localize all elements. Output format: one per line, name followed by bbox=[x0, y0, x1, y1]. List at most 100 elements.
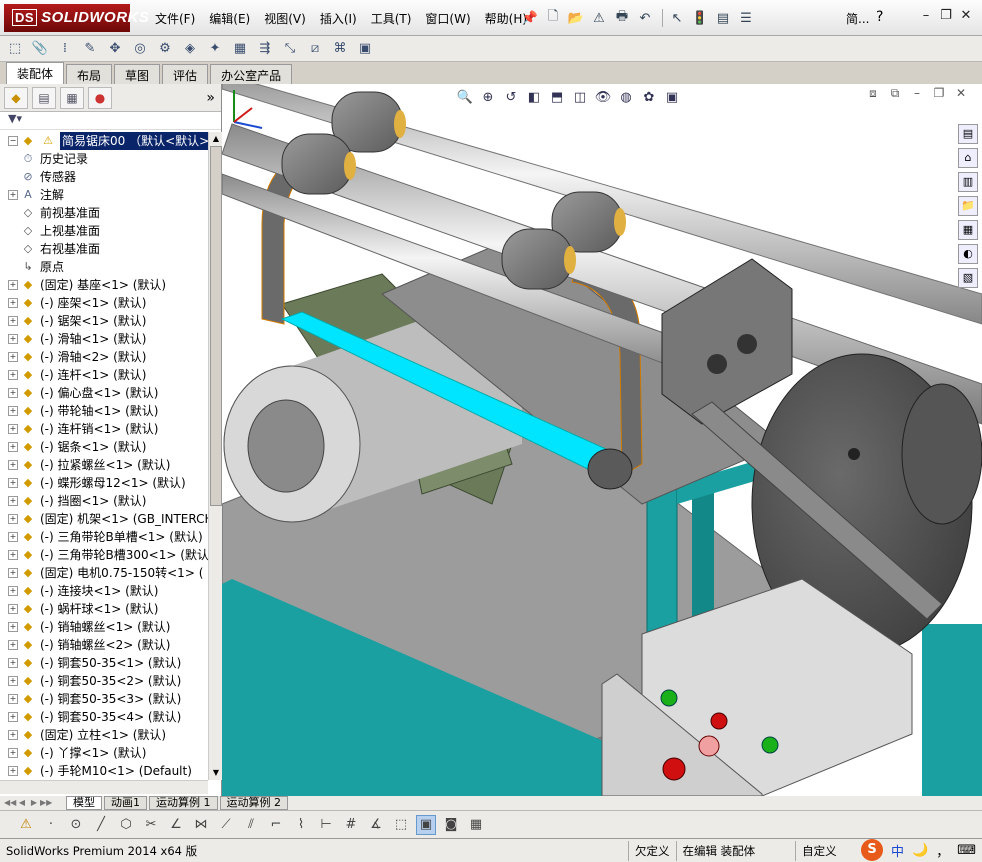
minimize-icon[interactable]: – bbox=[916, 8, 936, 26]
rebuild-icon[interactable]: ⚠ bbox=[589, 8, 609, 28]
tree-row[interactable]: + ◆ (-) 手轮M10<1> (Default) bbox=[0, 762, 208, 780]
menu-item[interactable]: 文件(F) bbox=[148, 10, 202, 27]
expand-toggle[interactable]: + bbox=[8, 532, 18, 542]
first-tab-icon[interactable]: ◀◀ bbox=[4, 797, 16, 809]
explode-line-icon[interactable]: ⤡ bbox=[281, 40, 299, 58]
tree-vertical-scrollbar[interactable]: ▲ ▼ bbox=[208, 132, 222, 780]
tree-row[interactable]: + ◆ (-) 丫撑<1> (默认) bbox=[0, 744, 208, 762]
circle-icon[interactable]: ⊙ bbox=[66, 815, 86, 835]
tree-row[interactable]: + ◆ (固定) 立柱<1> (默认) bbox=[0, 726, 208, 744]
exploded-view-icon[interactable]: ⇶ bbox=[256, 40, 274, 58]
cm-tab[interactable]: 草图 bbox=[114, 64, 161, 84]
expand-toggle[interactable]: + bbox=[8, 460, 18, 470]
expand-toggle[interactable]: + bbox=[8, 586, 18, 596]
help-icon[interactable]: ? bbox=[876, 9, 883, 25]
expand-toggle[interactable]: + bbox=[8, 442, 18, 452]
restore-icon[interactable]: ❐ bbox=[936, 8, 956, 26]
section-view-icon[interactable]: ◧ bbox=[525, 88, 543, 106]
snapshot-icon[interactable]: ▣ bbox=[356, 40, 374, 58]
last-tab-icon[interactable]: ▶▶ bbox=[40, 797, 52, 809]
mirror-icon[interactable]: ⋈ bbox=[191, 815, 211, 835]
expand-toggle[interactable]: + bbox=[8, 604, 18, 614]
display-manager-icon[interactable]: ● bbox=[88, 86, 112, 109]
expand-toggle[interactable]: + bbox=[8, 730, 18, 740]
menu-item[interactable]: 视图(V) bbox=[257, 10, 313, 27]
status-custom[interactable]: 自定义 bbox=[795, 840, 843, 861]
mate-icon[interactable]: 📎 bbox=[31, 40, 49, 58]
tree-row[interactable]: ⏱ 历史记录 bbox=[0, 150, 208, 168]
expand-toggle[interactable]: + bbox=[8, 514, 18, 524]
point-icon[interactable]: · bbox=[41, 815, 61, 835]
moon-icon[interactable]: 🌙 bbox=[912, 843, 928, 858]
show-hidden-icon[interactable]: ◎ bbox=[131, 40, 149, 58]
viewport-minimize-icon[interactable]: – bbox=[906, 86, 928, 104]
split-vertical-icon[interactable]: ⧉ bbox=[884, 86, 906, 104]
shaded-icon[interactable]: ▣ bbox=[416, 814, 436, 835]
trim-icon[interactable]: ✂ bbox=[141, 815, 161, 835]
tree-row[interactable]: + ◆ (-) 滑轴<2> (默认) bbox=[0, 348, 208, 366]
tree-row[interactable]: + ◆ (-) 连接块<1> (默认) bbox=[0, 582, 208, 600]
expand-toggle[interactable]: + bbox=[8, 658, 18, 668]
configuration-manager-icon[interactable]: ▦ bbox=[60, 86, 84, 109]
expand-toggle[interactable]: + bbox=[8, 550, 18, 560]
expand-toggle[interactable]: + bbox=[8, 334, 18, 344]
undo-icon[interactable]: ↶ bbox=[635, 8, 655, 28]
tree-row[interactable]: + ◆ (固定) 电机0.75-150转<1> ( bbox=[0, 564, 208, 582]
close-icon[interactable]: ✕ bbox=[956, 8, 976, 26]
cm-tab[interactable]: 装配体 bbox=[6, 62, 65, 84]
tree-row[interactable]: + ◆ (-) 三角带轮B槽300<1> (默认 bbox=[0, 546, 208, 564]
tree-row[interactable]: + ◆ (-) 销轴螺丝<1> (默认) bbox=[0, 618, 208, 636]
expand-toggle[interactable]: + bbox=[8, 568, 18, 578]
traffic-light-icon[interactable]: 🚦 bbox=[690, 8, 710, 28]
construction-icon[interactable]: ⌇ bbox=[291, 815, 311, 835]
menu-item[interactable]: 工具(T) bbox=[364, 10, 419, 27]
offset-icon[interactable]: ⫽ bbox=[241, 815, 261, 835]
tree-row[interactable]: ◇ 上视基准面 bbox=[0, 222, 208, 240]
tree-row[interactable]: ↳ 原点 bbox=[0, 258, 208, 276]
menu-item[interactable]: 窗口(W) bbox=[418, 10, 477, 27]
relation-icon[interactable]: ∡ bbox=[366, 815, 386, 835]
tree-row[interactable]: + ◆ (-) 蝶形螺母12<1> (默认) bbox=[0, 474, 208, 492]
tree-row[interactable]: + ◆ (-) 连杆<1> (默认) bbox=[0, 366, 208, 384]
view-palette-icon[interactable]: ▦ bbox=[958, 220, 978, 240]
tree-row[interactable]: + ◆ (-) 带轮轴<1> (默认) bbox=[0, 402, 208, 420]
options-icon[interactable]: ☰ bbox=[736, 8, 756, 28]
assembly-features-icon[interactable]: ⚙ bbox=[156, 40, 174, 58]
view-settings-icon[interactable]: ▣ bbox=[663, 88, 681, 106]
tree-row[interactable]: + ◆ (-) 锯架<1> (默认) bbox=[0, 312, 208, 330]
expand-toggle[interactable]: + bbox=[8, 388, 18, 398]
tree-row[interactable]: + A 注解 bbox=[0, 186, 208, 204]
menu-item[interactable]: 编辑(E) bbox=[202, 10, 257, 27]
split-horizontal-icon[interactable]: ⧈ bbox=[862, 86, 884, 104]
expand-toggle[interactable]: + bbox=[8, 352, 18, 362]
file-explorer-icon[interactable]: 📁 bbox=[958, 196, 978, 216]
expand-toggle[interactable]: + bbox=[8, 496, 18, 506]
filter-icon[interactable]: ▼▾ bbox=[8, 112, 22, 125]
viewport-restore-icon[interactable]: ❐ bbox=[928, 86, 950, 104]
bottom-tab[interactable]: 运动算例 2 bbox=[219, 796, 288, 810]
tree-row[interactable]: + ◆ (-) 滑轴<1> (默认) bbox=[0, 330, 208, 348]
expand-toggle[interactable]: + bbox=[8, 640, 18, 650]
line-icon[interactable]: ╱ bbox=[91, 815, 111, 835]
expand-toggle[interactable]: + bbox=[8, 424, 18, 434]
tree-horizontal-scrollbar[interactable] bbox=[0, 780, 208, 794]
cm-tab[interactable]: 办公室产品 bbox=[210, 64, 293, 84]
expand-toggle[interactable]: − bbox=[8, 136, 18, 146]
keyboard-icon[interactable]: ⌨ bbox=[957, 843, 976, 858]
new-document-icon[interactable]: 🗋 bbox=[543, 8, 563, 28]
expand-toggle[interactable]: + bbox=[8, 406, 18, 416]
sketch-dimension-icon[interactable]: ⊢ bbox=[316, 815, 336, 835]
polygon-icon[interactable]: ⬡ bbox=[116, 815, 136, 835]
tree-row[interactable]: + ◆ (-) 偏心盘<1> (默认) bbox=[0, 384, 208, 402]
pin-icon[interactable]: 📌 bbox=[520, 8, 540, 28]
graphics-area[interactable]: 🔍 ⊕ ↺ ◧ ⬒ ◫ 👁 ◍ ✿ ▣ ⧈ ⧉ – ❐ ✕ ▤ ⌂ ▥ 📁 ▦ … bbox=[222, 84, 982, 796]
assembly-model-view[interactable] bbox=[222, 84, 982, 796]
expand-toggle[interactable]: + bbox=[8, 316, 18, 326]
tree-row[interactable]: + ◆ (-) 铜套50-35<2> (默认) bbox=[0, 672, 208, 690]
expand-toggle[interactable]: + bbox=[8, 370, 18, 380]
tree-row[interactable]: ◇ 前视基准面 bbox=[0, 204, 208, 222]
expand-toggle[interactable]: + bbox=[8, 712, 18, 722]
tree-row[interactable]: + ◆ (固定) 基座<1> (默认) bbox=[0, 276, 208, 294]
insert-component-icon[interactable]: ⬚ bbox=[6, 40, 24, 58]
tree-row[interactable]: + ◆ (-) 销轴螺丝<2> (默认) bbox=[0, 636, 208, 654]
